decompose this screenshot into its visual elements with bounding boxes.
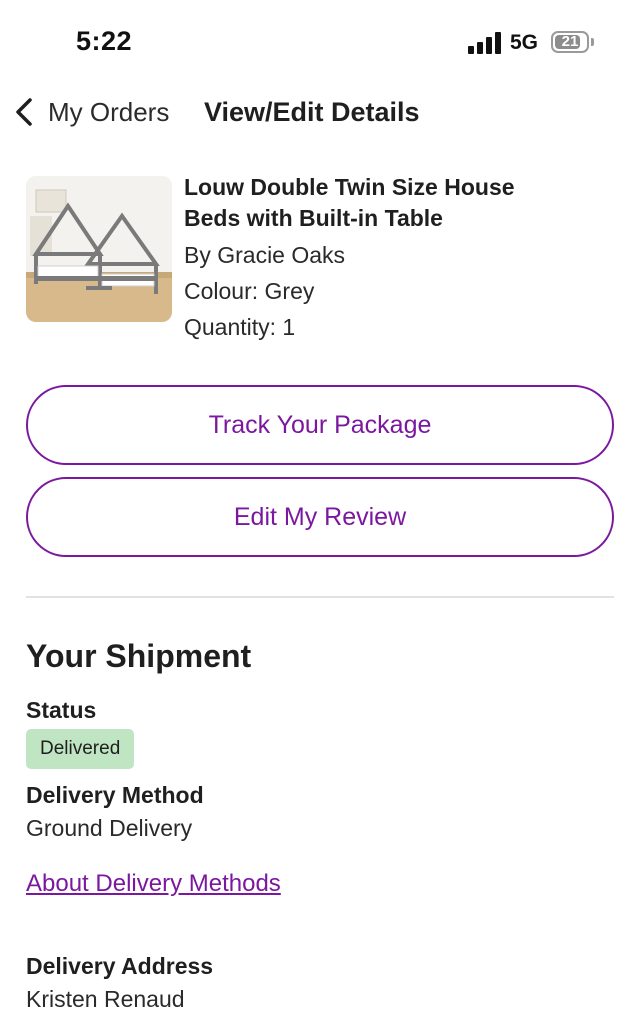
product-brand: By Gracie Oaks — [184, 242, 346, 268]
battery-level: 21 — [561, 33, 579, 50]
back-button[interactable]: My Orders — [12, 94, 169, 130]
delivery-method-label: Delivery Method — [26, 782, 204, 808]
product-name[interactable]: Louw Double Twin Size House Beds with Bu… — [184, 172, 604, 234]
house-bed-image — [26, 176, 172, 322]
product-summary: Louw Double Twin Size House Beds with Bu… — [26, 172, 616, 352]
status-time: 5:22 — [76, 26, 133, 56]
edit-review-button[interactable]: Edit My Review — [26, 477, 614, 557]
chevron-left-icon — [16, 98, 32, 126]
product-image[interactable] — [26, 176, 172, 322]
product-colour: Colour: Grey — [184, 278, 315, 304]
about-delivery-methods-link[interactable]: About Delivery Methods — [26, 870, 281, 898]
status-bar: 5:22 5G 21 — [0, 0, 640, 80]
status-badge: Delivered — [26, 729, 135, 769]
product-name-line2: Beds with Built-in Table — [184, 205, 443, 231]
delivery-address-name: Kristen Renaud — [26, 986, 185, 1012]
product-quantity: Quantity: 1 — [184, 314, 296, 340]
shipment-heading: Your Shipment — [26, 638, 252, 674]
product-info: Louw Double Twin Size House Beds with Bu… — [184, 172, 604, 345]
battery-tip — [591, 38, 594, 46]
page-title: View/Edit Details — [204, 97, 420, 127]
network-type: 5G — [510, 31, 539, 54]
back-label: My Orders — [48, 96, 170, 127]
signal-icon — [468, 32, 501, 54]
battery-icon: 21 — [551, 31, 589, 53]
track-package-button[interactable]: Track Your Package — [26, 385, 614, 465]
product-name-line1: Louw Double Twin Size House — [184, 174, 515, 200]
delivery-address-label: Delivery Address — [26, 953, 214, 979]
top-nav: My Orders View/Edit Details — [0, 86, 640, 144]
status-label: Status — [26, 697, 97, 723]
section-divider — [26, 596, 614, 598]
delivery-method-value: Ground Delivery — [26, 815, 193, 841]
